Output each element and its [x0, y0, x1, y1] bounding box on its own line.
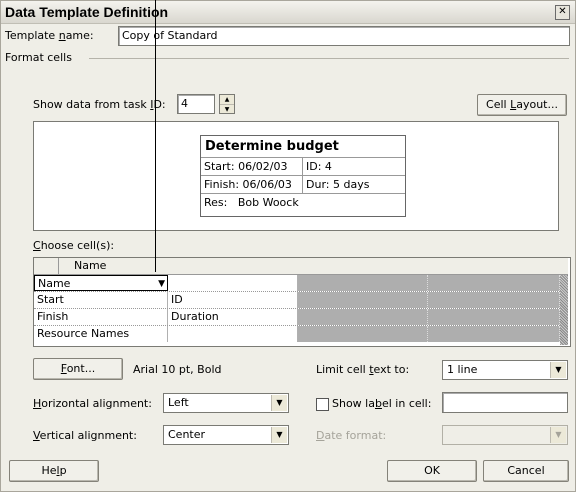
close-icon[interactable]: ✕: [555, 5, 570, 20]
task-id-spinner[interactable]: ▲ ▼: [219, 94, 235, 114]
horizontal-alignment-select[interactable]: Left ▼: [163, 393, 289, 413]
table-row[interactable]: Start ID: [34, 292, 568, 309]
dropdown-icon[interactable]: ▼: [271, 427, 287, 443]
template-name-field[interactable]: Copy of Standard: [118, 26, 570, 46]
limit-text-label: Limit cell text to:: [316, 363, 410, 376]
spin-up-icon[interactable]: ▲: [220, 95, 234, 105]
grid-cell[interactable]: [428, 309, 560, 325]
grid-cell[interactable]: Finish: [34, 309, 168, 325]
show-label-field[interactable]: [442, 392, 568, 413]
grid-cell[interactable]: [428, 292, 560, 308]
preview-row: Res: Bob Woock: [201, 193, 405, 211]
ok-button[interactable]: OK: [387, 460, 477, 482]
data-template-dialog: Data Template Definition ✕ Template name…: [0, 0, 576, 492]
preview-card-title: Determine budget: [205, 139, 339, 154]
font-button[interactable]: Font...: [33, 358, 123, 380]
grid-cell[interactable]: [298, 292, 428, 308]
title-bar: Data Template Definition ✕: [1, 1, 575, 24]
vertical-alignment-label: Vertical alignment:: [33, 429, 137, 442]
preview-cell: Res: Bob Woock: [204, 196, 299, 209]
column-header-name: Name: [74, 259, 107, 272]
choose-cells-label: Choose cell(s):: [33, 239, 115, 252]
cells-grid[interactable]: Name Name ▼ Start ID Finish Duration Res…: [33, 257, 571, 347]
grid-column-header: Name: [34, 258, 568, 275]
preview-card: Determine budget Start: 06/02/03 ID: 4 F…: [200, 135, 406, 217]
preview-cell: Finish: 06/06/03: [201, 176, 303, 193]
grid-cell[interactable]: Start: [34, 292, 168, 308]
preview-row: Finish: 06/06/03 Dur: 5 days: [201, 175, 405, 193]
table-row[interactable]: Finish Duration: [34, 309, 568, 326]
grid-cell[interactable]: [168, 326, 298, 342]
preview-cell: Start: 06/02/03: [201, 158, 303, 175]
grid-cell[interactable]: [168, 275, 298, 291]
grid-cell[interactable]: [428, 275, 560, 291]
table-row[interactable]: Resource Names: [34, 326, 568, 342]
format-cells-group-label: Format cells: [5, 51, 72, 64]
cell-layout-button[interactable]: Cell Layout...: [477, 94, 567, 116]
date-format-select[interactable]: ▼: [442, 425, 568, 445]
limit-text-select[interactable]: 1 line ▼: [442, 360, 568, 380]
callout-pointer-line: [155, 0, 156, 272]
grid-cell[interactable]: [298, 326, 428, 342]
show-label-checkbox[interactable]: [316, 398, 329, 411]
table-row[interactable]: Name ▼: [34, 275, 568, 292]
dropdown-icon[interactable]: ▼: [158, 276, 165, 292]
preview-cell: ID: 4: [306, 160, 332, 173]
dropdown-icon[interactable]: ▼: [550, 362, 566, 378]
grid-edge-strip: [560, 275, 568, 345]
grid-cell[interactable]: Resource Names: [34, 326, 168, 342]
font-value: Arial 10 pt, Bold: [133, 363, 222, 376]
grid-corner: [34, 258, 59, 274]
help-button[interactable]: Help: [9, 460, 99, 482]
cancel-button[interactable]: Cancel: [483, 460, 569, 482]
date-format-label: Date format:: [316, 429, 387, 442]
horizontal-alignment-label: Horizontal alignment:: [33, 397, 152, 410]
dropdown-icon: ▼: [550, 427, 566, 443]
show-data-label: Show data from task ID:: [33, 98, 166, 111]
show-label-label: Show label in cell:: [332, 397, 432, 410]
dialog-title: Data Template Definition: [5, 4, 169, 20]
grid-cell[interactable]: ID: [168, 292, 298, 308]
grid-cell[interactable]: Duration: [168, 309, 298, 325]
preview-cell: Dur: 5 days: [306, 178, 370, 191]
task-id-field[interactable]: 4: [177, 94, 215, 114]
vertical-alignment-select[interactable]: Center ▼: [163, 425, 289, 445]
name-cell-select[interactable]: Name ▼: [34, 275, 168, 291]
grid-cell[interactable]: [428, 326, 560, 342]
preview-row: Start: 06/02/03 ID: 4: [201, 157, 405, 175]
spin-down-icon[interactable]: ▼: [220, 105, 234, 114]
template-preview: Determine budget Start: 06/02/03 ID: 4 F…: [33, 121, 559, 231]
dropdown-icon[interactable]: ▼: [271, 395, 287, 411]
grid-cell[interactable]: [298, 309, 428, 325]
grid-cell[interactable]: [298, 275, 428, 291]
group-divider: [89, 58, 569, 59]
template-name-label: Template name:: [5, 29, 94, 42]
